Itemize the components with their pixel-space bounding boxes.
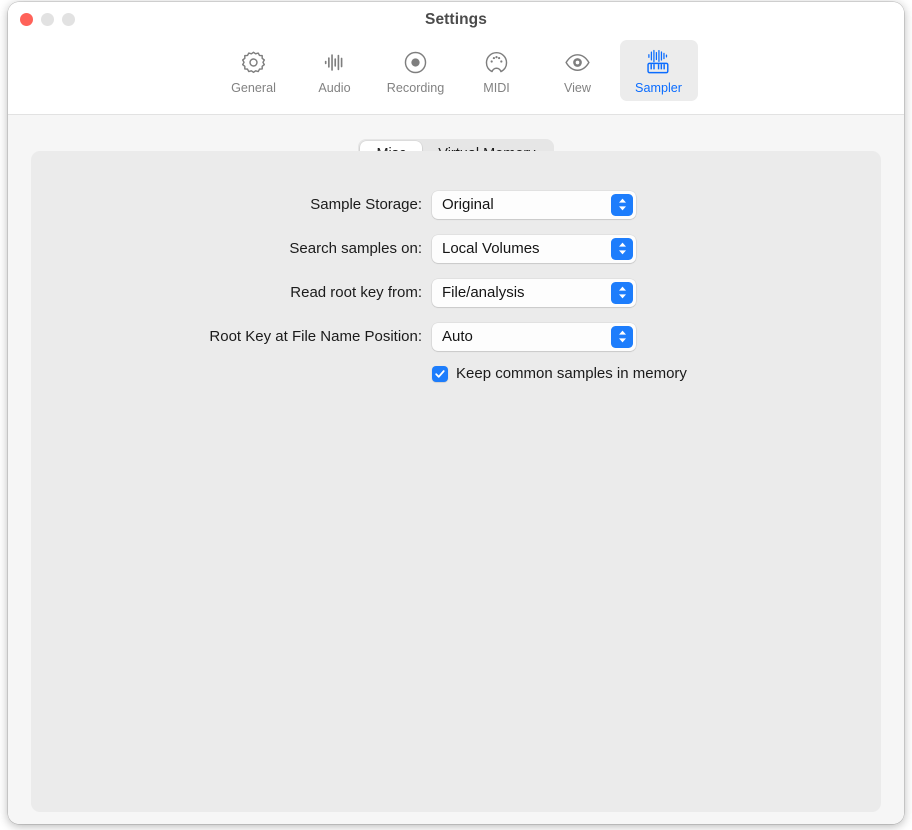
settings-content: Misc Virtual Memory Sample Storage: Orig…: [8, 115, 904, 824]
popup-value: Auto: [432, 328, 473, 345]
toolbar-item-label: MIDI: [483, 82, 510, 95]
popup-value: Original: [432, 196, 494, 213]
toolbar-item-label: Recording: [387, 82, 444, 95]
settings-toolbar: General Audio: [8, 40, 904, 101]
toolbar-item-label: General: [231, 82, 276, 95]
label-sample-storage: Sample Storage:: [31, 196, 432, 213]
chevron-up-down-icon: [611, 282, 633, 304]
popup-value: File/analysis: [432, 284, 525, 301]
popup-search-samples-on[interactable]: Local Volumes: [432, 235, 636, 263]
toolbar-item-general[interactable]: General: [215, 40, 293, 101]
title-bar: Settings General: [8, 2, 904, 115]
toolbar-item-label: View: [564, 82, 591, 95]
keep-common-samples-label: Keep common samples in memory: [456, 365, 687, 382]
toolbar-item-view[interactable]: View: [539, 40, 617, 101]
record-circle-icon: [402, 47, 429, 77]
window-title: Settings: [8, 11, 904, 29]
popup-read-root-key-from[interactable]: File/analysis: [432, 279, 636, 307]
toolbar-item-midi[interactable]: MIDI: [458, 40, 536, 101]
gear-icon: [240, 47, 267, 77]
popup-value: Local Volumes: [432, 240, 540, 257]
toolbar-item-sampler[interactable]: Sampler: [620, 40, 698, 101]
toolbar-item-label: Sampler: [635, 82, 682, 95]
sampler-misc-form: Sample Storage: Original Search samples …: [31, 189, 881, 382]
label-read-root-key-from: Read root key from:: [31, 284, 432, 301]
toolbar-item-audio[interactable]: Audio: [296, 40, 374, 101]
row-read-root-key-from: Read root key from: File/analysis: [31, 277, 881, 308]
misc-panel: Sample Storage: Original Search samples …: [31, 151, 881, 812]
chevron-up-down-icon: [611, 326, 633, 348]
checkmark-icon: [434, 368, 446, 380]
chevron-up-down-icon: [611, 194, 633, 216]
toolbar-item-label: Audio: [318, 82, 350, 95]
popup-root-key-at-file-name-position[interactable]: Auto: [432, 323, 636, 351]
eye-icon: [564, 47, 591, 77]
popup-sample-storage[interactable]: Original: [432, 191, 636, 219]
keep-common-samples-checkbox[interactable]: [432, 366, 448, 382]
row-root-key-at-file-name-position: Root Key at File Name Position: Auto: [31, 321, 881, 352]
row-search-samples-on: Search samples on: Local Volumes: [31, 233, 881, 264]
row-sample-storage: Sample Storage: Original: [31, 189, 881, 220]
midi-connector-icon: [483, 47, 510, 77]
row-keep-common-samples: Keep common samples in memory: [31, 365, 881, 382]
toolbar-item-recording[interactable]: Recording: [377, 40, 455, 101]
settings-window: Settings General: [8, 2, 904, 824]
waveform-icon: [321, 47, 348, 77]
label-search-samples-on: Search samples on:: [31, 240, 432, 257]
label-root-key-at-file-name-position: Root Key at File Name Position:: [31, 328, 432, 345]
sampler-keyboard-icon: [644, 47, 673, 77]
chevron-up-down-icon: [611, 238, 633, 260]
